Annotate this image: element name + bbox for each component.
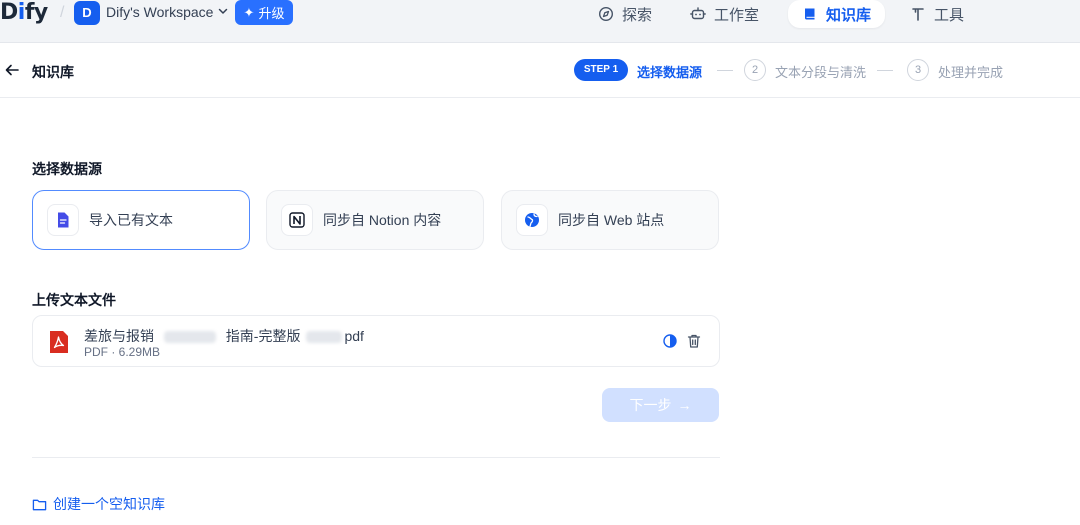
create-empty-knowledge-link[interactable]: 创建一个空知识库 [32,494,165,514]
book-icon [805,8,815,20]
compass-icon [598,6,614,22]
file-name-part: 差旅与报销 [84,328,154,344]
step-1-label: 选择数据源 [637,65,703,80]
back-arrow-icon[interactable] [4,62,20,78]
step-3-label: 处理并完成 [938,65,1004,80]
nav-explore-label: 探索 [622,6,653,24]
upload-section-title: 上传文本文件 [32,292,116,308]
nav-studio[interactable]: 工作室 [690,0,759,28]
web-globe-icon [516,204,548,236]
source-card-web[interactable]: 同步自 Web 站点 [501,190,719,250]
file-name-part: pdf [344,328,364,344]
step-3-number: 3 [907,59,929,81]
step-divider [717,70,733,71]
file-meta: PDF · 6.29MB [84,345,161,359]
top-navigation-bar: Dify / D Dify's Workspace ✦ 升级 探索 工作室 知识… [0,0,1080,43]
file-name-part: 指南-完整版 [225,328,301,344]
source-card-notion[interactable]: 同步自 Notion 内容 [266,190,484,250]
nav-studio-label: 工作室 [714,6,760,24]
robot-icon [690,7,706,20]
nav-knowledge[interactable]: 知识库 [788,0,886,28]
source-label: 同步自 Web 站点 [558,212,665,228]
sparkle-icon: ✦ [243,4,255,20]
create-empty-label: 创建一个空知识库 [53,496,165,512]
upgrade-label: 升级 [258,6,285,21]
nav-knowledge-label: 知识库 [826,6,872,24]
source-card-import-text[interactable]: 导入已有文本 [32,190,250,250]
step-2-label: 文本分段与清洗 [775,65,867,80]
datasource-section-title: 选择数据源 [32,161,102,177]
pdf-file-icon [50,331,68,353]
next-step-label: 下一步 [629,397,672,413]
breadcrumb-separator: / [60,4,65,21]
source-label: 同步自 Notion 内容 [323,212,442,228]
step-1-badge: STEP 1 [574,59,628,81]
trash-icon[interactable] [686,333,702,349]
workspace-avatar[interactable]: D [74,1,100,25]
arrow-right-icon: → [677,397,692,413]
next-step-button[interactable]: 下一步 → [602,388,719,422]
redacted-block [163,331,216,344]
nav-tools[interactable]: 工具 [910,0,964,28]
page-title: 知识库 [32,64,74,80]
step-header: 知识库 STEP 1 选择数据源 2 文本分段与清洗 3 处理并完成 [0,43,1080,98]
chevron-down-icon[interactable] [217,5,229,17]
nav-explore[interactable]: 探索 [598,0,652,28]
nav-tools-label: 工具 [934,6,965,24]
step-2-number: 2 [744,59,766,81]
divider [32,457,720,458]
file-text-icon [47,204,79,236]
step-divider [877,70,893,71]
tools-icon [912,8,924,21]
workspace-name[interactable]: Dify's Workspace [106,4,213,20]
uploaded-file-item: 差旅与报销 指南-完整版 pdf PDF · 6.29MB [32,315,720,367]
file-name: 差旅与报销 指南-完整版 pdf [84,326,364,346]
folder-icon [32,499,47,510]
upgrade-button[interactable]: ✦ 升级 [235,0,293,25]
dify-logo[interactable]: Dify [0,0,48,28]
notion-icon [281,204,313,236]
source-label: 导入已有文本 [89,212,173,228]
upload-progress-icon [663,334,677,348]
redacted-block [306,331,343,344]
